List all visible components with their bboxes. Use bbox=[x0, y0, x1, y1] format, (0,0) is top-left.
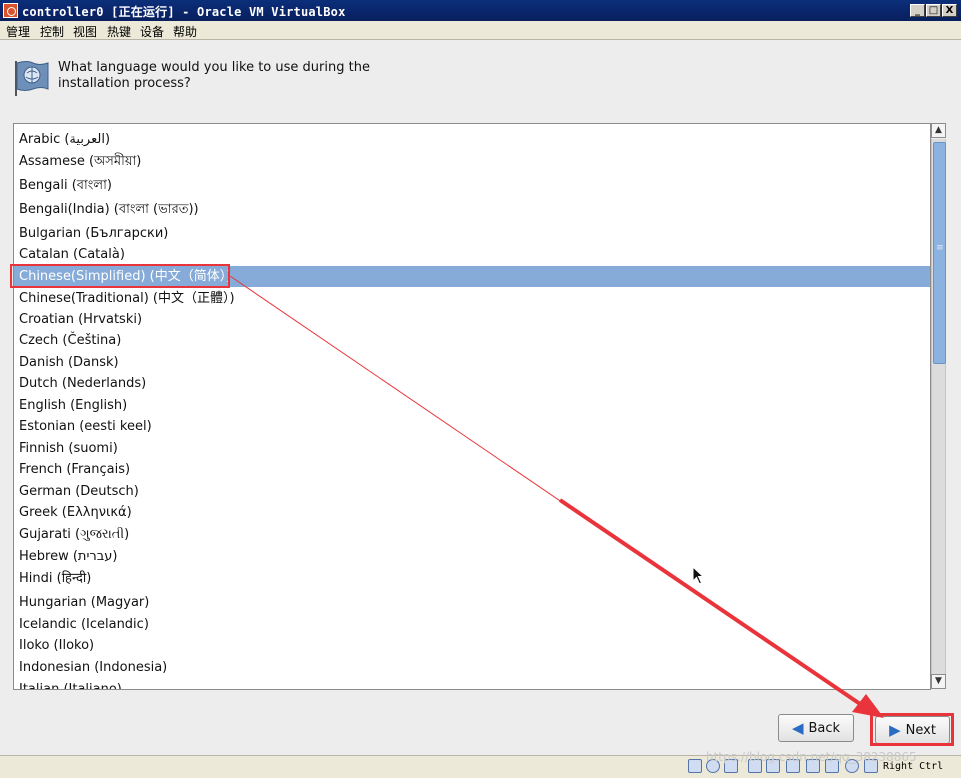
language-list-scrollbar[interactable]: ▲ ▼ bbox=[931, 123, 946, 690]
scrollbar-track[interactable] bbox=[931, 139, 946, 674]
language-list-item[interactable]: Bulgarian (Български) bbox=[14, 223, 930, 244]
menu-view[interactable]: 视图 bbox=[73, 23, 97, 40]
menu-help[interactable]: 帮助 bbox=[173, 23, 197, 40]
next-button-highlight bbox=[870, 713, 954, 746]
language-list-item[interactable]: Greek (Ελληνικά) bbox=[14, 502, 930, 523]
installer-screen: What language would you like to use duri… bbox=[0, 40, 961, 755]
window-titlebar[interactable]: controller0 [正在运行] - Oracle VM VirtualBo… bbox=[0, 0, 961, 21]
maximize-button[interactable]: □ bbox=[926, 4, 941, 17]
hard-disk-icon[interactable] bbox=[688, 759, 702, 773]
selected-language-highlight bbox=[10, 264, 230, 288]
language-list-item[interactable]: Iloko (Iloko) bbox=[14, 635, 930, 656]
window-title: controller0 [正在运行] - Oracle VM VirtualBo… bbox=[22, 5, 346, 19]
language-list-item[interactable]: Arabic (العربية) bbox=[14, 129, 930, 150]
language-list-item[interactable]: Bengali(India) (বাংলা (ভারত)) bbox=[14, 199, 930, 220]
language-list-item[interactable]: Dutch (Nederlands) bbox=[14, 373, 930, 394]
mouse-cursor-icon bbox=[692, 566, 705, 585]
language-list-item[interactable]: Hindi (हिन्दी) bbox=[14, 568, 930, 589]
minimize-button[interactable]: _ bbox=[910, 4, 925, 17]
language-list-item[interactable]: Hebrew (עברית) bbox=[14, 546, 930, 567]
language-list[interactable]: Arabic (العربية) Assamese (অসমীয়া) Bengal… bbox=[13, 123, 931, 690]
menu-control[interactable]: 控制 bbox=[40, 23, 64, 40]
question-line-2: installation process? bbox=[58, 76, 191, 91]
back-button-label: Back bbox=[808, 720, 841, 736]
language-list-item[interactable]: Bengali (বাংলা) bbox=[14, 175, 930, 196]
scroll-up-arrow-icon[interactable]: ▲ bbox=[931, 123, 946, 138]
menu-devices[interactable]: 设备 bbox=[140, 23, 164, 40]
language-list-item[interactable]: German (Deutsch) bbox=[14, 481, 930, 502]
menu-hotkey[interactable]: 热键 bbox=[107, 23, 131, 40]
language-list-item[interactable]: Hungarian (Magyar) bbox=[14, 592, 930, 613]
scroll-down-arrow-icon[interactable]: ▼ bbox=[931, 674, 946, 689]
language-list-item[interactable]: French (Français) bbox=[14, 459, 930, 480]
language-list-item[interactable]: Chinese(Traditional) (中文（正體）) bbox=[14, 288, 930, 309]
back-button[interactable]: ◀ Back bbox=[778, 714, 854, 742]
language-list-item[interactable]: Icelandic (Icelandic) bbox=[14, 614, 930, 635]
language-list-item[interactable]: Italian (Italiano) bbox=[14, 679, 930, 689]
language-list-item[interactable]: Indonesian (Indonesia) bbox=[14, 657, 930, 678]
language-list-item[interactable]: Danish (Dansk) bbox=[14, 352, 930, 373]
question-line-1: What language would you like to use duri… bbox=[58, 60, 370, 75]
watermark-text: https://blog.csdn.net/qq_38238865 bbox=[706, 750, 917, 764]
language-list-item[interactable]: Finnish (suomi) bbox=[14, 438, 930, 459]
language-list-item[interactable]: Czech (Čeština) bbox=[14, 330, 930, 351]
virtualbox-app-icon[interactable] bbox=[3, 3, 18, 18]
language-list-item[interactable]: Estonian (eesti keel) bbox=[14, 416, 930, 437]
back-arrow-icon: ◀ bbox=[791, 718, 804, 737]
scrollbar-thumb[interactable] bbox=[933, 142, 946, 364]
language-list-item[interactable]: Assamese (অসমীয়া) bbox=[14, 151, 930, 172]
language-flag-icon bbox=[15, 61, 49, 96]
language-list-item[interactable]: Catalan (Català) bbox=[14, 244, 930, 265]
menubar: 管理 控制 视图 热键 设备 帮助 bbox=[0, 21, 961, 40]
close-button[interactable]: X bbox=[942, 4, 957, 17]
language-list-item[interactable]: Gujarati (ગુજરાતી) bbox=[14, 524, 930, 545]
language-question: What language would you like to use duri… bbox=[58, 60, 388, 92]
menu-manage[interactable]: 管理 bbox=[6, 23, 30, 40]
language-list-item[interactable]: English (English) bbox=[14, 395, 930, 416]
language-list-item[interactable]: Croatian (Hrvatski) bbox=[14, 309, 930, 330]
